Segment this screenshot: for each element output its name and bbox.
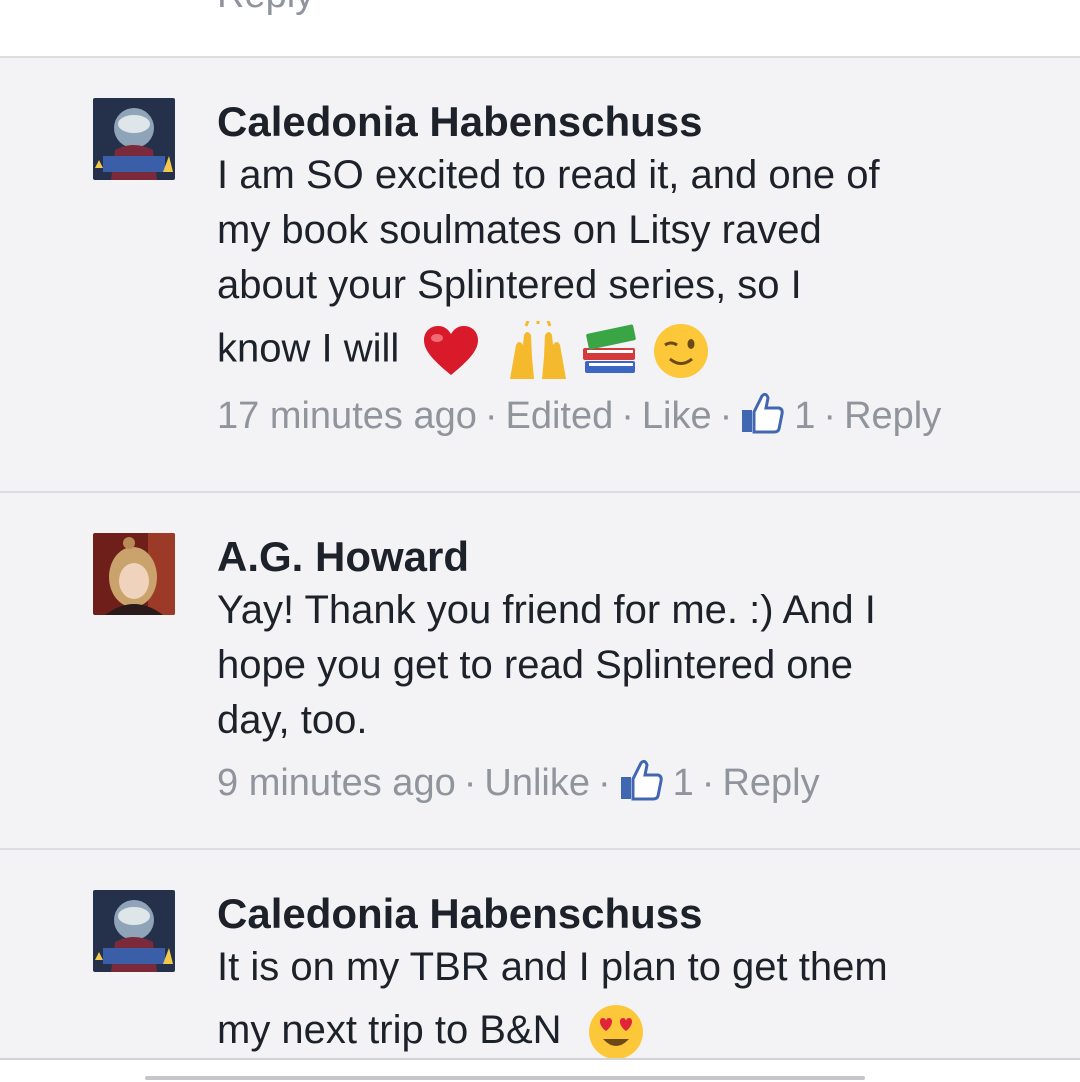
- like-count: 1: [794, 395, 816, 437]
- comment-time: 9 minutes ago: [217, 762, 456, 804]
- avatar[interactable]: [93, 533, 175, 615]
- previous-comment-tail: Reply: [0, 0, 1080, 58]
- thumbs-up-icon[interactable]: [740, 392, 784, 434]
- comment-time: 17 minutes ago: [217, 395, 477, 437]
- avatar-image-icon: [93, 890, 175, 972]
- avatar-image-icon: [93, 98, 175, 180]
- comment-text-line: It is on my TBR and I plan to get them: [217, 945, 888, 989]
- comment-text-line: about your Splintered series, so I: [217, 263, 802, 307]
- comment-text-line: Yay! Thank you friend for me. :) And I: [217, 588, 876, 632]
- reply-link[interactable]: Reply: [722, 762, 819, 804]
- books-icon: [581, 323, 641, 379]
- comment-text-last-line: know I will: [217, 321, 1047, 381]
- raised-hands-icon: [506, 321, 570, 381]
- red-heart-icon: [422, 325, 480, 377]
- comment-text-line: hope you get to read Splintered one: [217, 643, 854, 687]
- comment-text-line: my book soulmates on Litsy raved: [217, 208, 822, 252]
- comment-item: Caledonia Habenschuss It is on my TBR an…: [0, 850, 1080, 1061]
- comment-meta: 17 minutes ago · Edited · Like · 1 · Reply: [217, 391, 1047, 441]
- comment-meta: 9 minutes ago · Unlike · 1 · Reply: [217, 758, 1047, 808]
- comment-text-line: I am SO excited to read it, and one of: [217, 153, 880, 197]
- like-link[interactable]: Like: [642, 395, 712, 437]
- thumbs-up-icon[interactable]: [619, 759, 663, 801]
- edited-label[interactable]: Edited: [506, 395, 614, 437]
- comment-item: A.G. Howard Yay! Thank you friend for me…: [0, 493, 1080, 850]
- comment-text-last-line: my next trip to B&N: [217, 1003, 1047, 1061]
- comment-text-line: my next trip to B&N: [217, 1008, 562, 1052]
- avatar-image-icon: [93, 533, 175, 615]
- comment-author[interactable]: Caledonia Habenschuss: [217, 96, 1047, 148]
- compose-bar-edge[interactable]: [145, 1076, 865, 1080]
- bottom-toolbar: [0, 1058, 1080, 1082]
- comment-author[interactable]: Caledonia Habenschuss: [217, 888, 1047, 940]
- winking-face-icon: [652, 322, 710, 380]
- unlike-link[interactable]: Unlike: [484, 762, 590, 804]
- heart-eyes-face-icon: [587, 1003, 645, 1061]
- avatar[interactable]: [93, 98, 175, 180]
- avatar[interactable]: [93, 890, 175, 972]
- reply-link-cut[interactable]: Reply: [217, 0, 314, 17]
- comment-text-line: day, too.: [217, 698, 368, 742]
- comment-text: Yay! Thank you friend for me. :) And I h…: [217, 583, 1047, 748]
- like-count: 1: [672, 762, 694, 804]
- comment-item: Caledonia Habenschuss I am SO excited to…: [0, 58, 1080, 493]
- comment-text-line: know I will: [217, 326, 400, 371]
- reply-link[interactable]: Reply: [844, 395, 941, 437]
- comment-text: I am SO excited to read it, and one of m…: [217, 148, 1047, 381]
- comment-author[interactable]: A.G. Howard: [217, 531, 1047, 583]
- comment-text: It is on my TBR and I plan to get them m…: [217, 940, 1047, 1061]
